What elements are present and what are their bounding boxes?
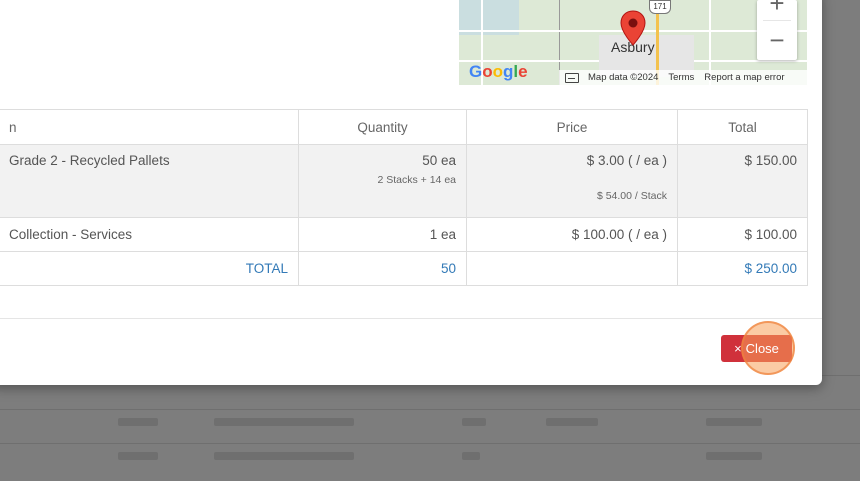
background-row-divider: [0, 409, 860, 410]
price-cell: $ 100.00 ( / ea ): [466, 217, 678, 252]
item-name-cell: Grade 2 - Recycled Pallets: [0, 144, 299, 218]
background-cell: [706, 452, 762, 460]
zoom-divider: [763, 20, 791, 21]
item-column-header: n: [0, 109, 299, 145]
price-column-header: Price: [466, 109, 678, 145]
grand-total: $ 250.00: [677, 251, 808, 286]
modal-body: 171 Asbury + − Google Map data ©2024 Ter…: [0, 0, 822, 385]
quantity-column-header: Quantity: [298, 109, 467, 145]
order-items-table: n Quantity Price Total Grade 2 - Recycle…: [0, 109, 808, 286]
background-row-divider: [0, 443, 860, 444]
table-row: Grade 2 - Recycled Pallets 50 ea 2 Stack…: [0, 144, 808, 218]
location-map[interactable]: 171 Asbury + − Google Map data ©2024 Ter…: [459, 0, 807, 85]
price-value: $ 3.00 ( / ea ): [586, 153, 667, 168]
quantity-breakdown: 2 Stacks + 14 ea: [377, 174, 456, 186]
background-cell: [214, 452, 354, 460]
total-cell: $ 100.00: [677, 217, 808, 252]
background-cell: [214, 418, 354, 426]
google-logo[interactable]: Google: [469, 62, 528, 82]
price-per-stack: $ 54.00 / Stack: [596, 190, 667, 202]
map-terms-link[interactable]: Terms: [663, 72, 699, 83]
quantity-cell: 50 ea 2 Stacks + 14 ea: [298, 144, 467, 218]
map-marker-icon[interactable]: [620, 10, 646, 51]
zoom-in-button[interactable]: +: [757, 0, 797, 18]
route-badge: 171: [649, 0, 671, 14]
close-button-label: Close: [745, 341, 779, 356]
modal-footer-divider: [0, 318, 822, 319]
map-zoom-controls: + −: [757, 0, 797, 60]
item-name-cell: Collection - Services: [0, 217, 299, 252]
background-cell: [462, 418, 486, 426]
background-cell: [706, 418, 762, 426]
map-footer: Map data ©2024 Terms Report a map error: [559, 70, 807, 85]
zoom-out-button[interactable]: −: [757, 25, 797, 55]
order-details-modal: 171 Asbury + − Google Map data ©2024 Ter…: [0, 0, 822, 385]
total-cell: $ 150.00: [677, 144, 808, 218]
total-label: TOTAL: [0, 251, 299, 286]
close-icon: ×: [734, 341, 742, 356]
table-header-row: n Quantity Price Total: [0, 109, 808, 145]
quantity-value: 50 ea: [422, 153, 456, 168]
keyboard-shortcuts-icon[interactable]: [565, 72, 579, 83]
table-total-row: TOTAL 50 $ 250.00: [0, 251, 808, 286]
map-data-attribution: Map data ©2024: [588, 72, 659, 83]
price-cell: $ 3.00 ( / ea ) $ 54.00 / Stack: [466, 144, 678, 218]
total-column-header: Total: [677, 109, 808, 145]
quantity-cell: 1 ea: [298, 217, 467, 252]
close-button[interactable]: × Close: [721, 335, 792, 362]
table-row: Collection - Services 1 ea $ 100.00 ( / …: [0, 217, 808, 252]
empty-cell: [466, 251, 678, 286]
background-cell: [118, 452, 158, 460]
background-cell: [546, 418, 598, 426]
total-quantity: 50: [298, 251, 467, 286]
report-map-error-link[interactable]: Report a map error: [699, 72, 789, 83]
background-cell: [118, 418, 158, 426]
background-cell: [462, 452, 480, 460]
